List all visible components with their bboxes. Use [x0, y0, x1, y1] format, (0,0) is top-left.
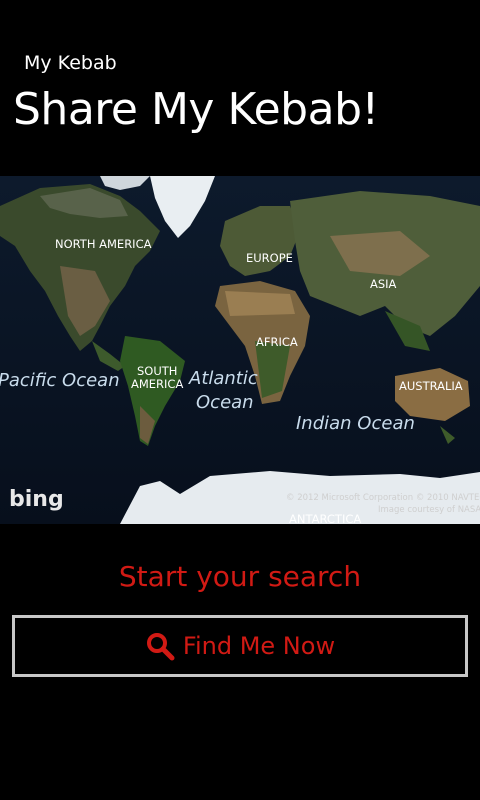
world-map[interactable]: NORTH AMERICA EUROPE ASIA AFRICA SOUTH A…: [0, 176, 480, 524]
page-title: Share My Kebab!: [13, 84, 379, 135]
find-me-now-label: Find Me Now: [182, 632, 336, 660]
label-atlantic-ocean-1: Atlantic: [188, 368, 258, 389]
app-name: My Kebab: [24, 52, 117, 74]
map-image-credit: Image courtesy of NASA: [378, 505, 480, 515]
label-australia: AUSTRALIA: [399, 379, 463, 393]
label-atlantic-ocean-2: Ocean: [196, 392, 254, 413]
bing-logo: bing: [9, 487, 64, 512]
map-copyright: © 2012 Microsoft Corporation © 2010 NAVT…: [286, 493, 480, 503]
label-africa: AFRICA: [256, 335, 298, 349]
label-antarctica: ANTARCTICA: [289, 512, 361, 524]
label-europe: EUROPE: [246, 251, 293, 265]
search-heading: Start your search: [118, 560, 362, 593]
label-pacific-ocean: Pacific Ocean: [0, 370, 120, 391]
map-canvas: NORTH AMERICA EUROPE ASIA AFRICA SOUTH A…: [0, 176, 480, 524]
find-me-now-button[interactable]: Find Me Now: [12, 615, 468, 677]
label-asia: ASIA: [370, 277, 397, 291]
label-indian-ocean: Indian Ocean: [296, 413, 415, 434]
label-south-america-1: SOUTH: [137, 364, 177, 378]
search-icon: [146, 633, 175, 661]
label-north-america: NORTH AMERICA: [55, 237, 152, 251]
label-south-america-2: AMERICA: [131, 377, 183, 391]
